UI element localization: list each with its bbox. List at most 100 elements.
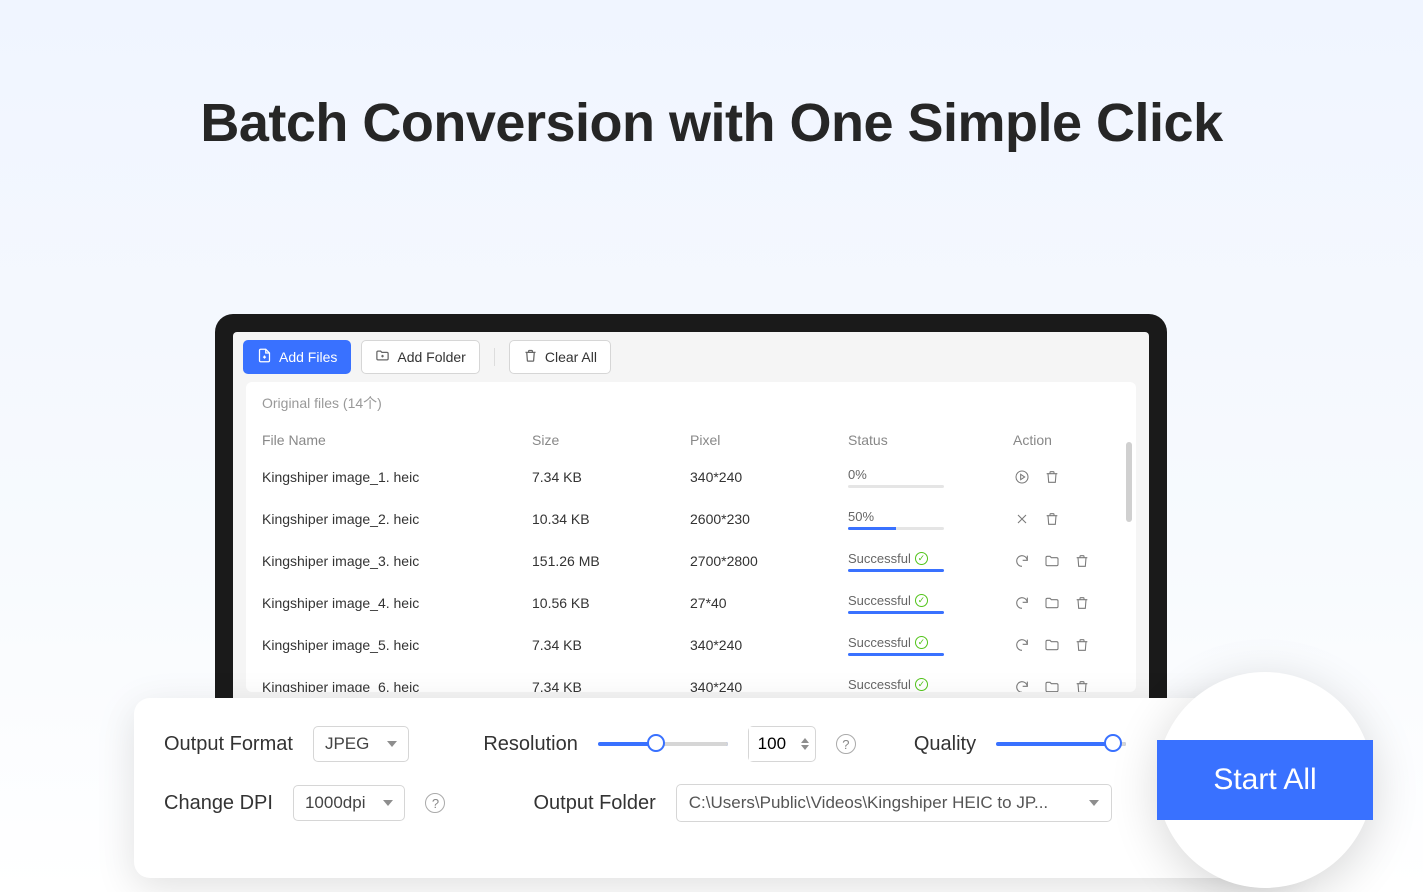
cell-size: 10.56 KB (532, 595, 690, 611)
folder-icon[interactable] (1043, 594, 1061, 612)
folder-add-icon (375, 348, 390, 366)
cell-filename: Kingshiper image_6. heic (262, 679, 532, 692)
quality-label: Quality (914, 733, 976, 756)
resolution-input[interactable] (749, 727, 795, 761)
resolution-spinner[interactable] (748, 726, 816, 762)
play-icon[interactable] (1013, 468, 1031, 486)
folder-icon[interactable] (1043, 552, 1061, 570)
col-status: Status (848, 432, 1013, 448)
cell-status: Successful ✓ (848, 634, 1013, 656)
trash-icon[interactable] (1043, 510, 1061, 528)
check-icon: ✓ (915, 552, 928, 565)
chevron-down-icon (1089, 800, 1099, 806)
cell-status: Successful ✓ (848, 550, 1013, 572)
cell-actions (1013, 636, 1120, 654)
folder-icon[interactable] (1043, 678, 1061, 692)
refresh-icon[interactable] (1013, 636, 1031, 654)
add-files-button[interactable]: Add Files (243, 340, 351, 374)
cell-status: 0% (848, 466, 1013, 488)
cell-status: 50% (848, 508, 1013, 530)
settings-panel: Output Format JPEG Resolution ? Quality … (134, 698, 1288, 878)
cell-size: 10.34 KB (532, 511, 690, 527)
trash-icon[interactable] (1073, 678, 1091, 692)
slider-thumb[interactable] (1104, 734, 1122, 752)
start-circle: Start All (1157, 672, 1373, 888)
folder-path: C:\Users\Public\Videos\Kingshiper HEIC t… (689, 793, 1048, 813)
dpi-select[interactable]: 1000dpi (293, 785, 406, 821)
trash-icon[interactable] (1043, 468, 1061, 486)
page-title: Batch Conversion with One Simple Click (0, 92, 1423, 154)
refresh-icon[interactable] (1013, 594, 1031, 612)
col-pixel: Pixel (690, 432, 848, 448)
folder-icon[interactable] (1043, 636, 1061, 654)
button-label: Clear All (545, 349, 597, 365)
trash-icon (523, 348, 538, 366)
add-folder-button[interactable]: Add Folder (361, 340, 479, 374)
cell-pixel: 2700*2800 (690, 553, 848, 569)
table-row: Kingshiper image_6. heic7.34 KB340*240Su… (246, 666, 1136, 692)
col-filename: File Name (262, 432, 532, 448)
cell-pixel: 2600*230 (690, 511, 848, 527)
cell-pixel: 27*40 (690, 595, 848, 611)
separator (494, 348, 495, 366)
slider-thumb[interactable] (647, 734, 665, 752)
file-add-icon (257, 348, 272, 366)
start-all-button[interactable]: Start All (1157, 740, 1373, 820)
cell-size: 7.34 KB (532, 679, 690, 692)
panel-header: Original files (14个) (246, 382, 1136, 424)
check-icon: ✓ (915, 678, 928, 691)
cell-filename: Kingshiper image_2. heic (262, 511, 532, 527)
cell-actions (1013, 552, 1120, 570)
help-icon[interactable]: ? (836, 734, 856, 754)
table-row: Kingshiper image_3. heic151.26 MB2700*28… (246, 540, 1136, 582)
cell-status: Successful ✓ (848, 592, 1013, 614)
check-icon: ✓ (915, 636, 928, 649)
select-value: 1000dpi (305, 793, 366, 813)
cell-filename: Kingshiper image_3. heic (262, 553, 532, 569)
chevron-down-icon (387, 741, 397, 747)
col-size: Size (532, 432, 690, 448)
spinner-up-icon[interactable] (801, 738, 809, 743)
cell-actions (1013, 468, 1120, 486)
cell-pixel: 340*240 (690, 469, 848, 485)
col-action: Action (1013, 432, 1120, 448)
table-row: Kingshiper image_5. heic7.34 KB340*240Su… (246, 624, 1136, 666)
cell-actions (1013, 510, 1120, 528)
output-format-select[interactable]: JPEG (313, 726, 409, 762)
table-row: Kingshiper image_4. heic10.56 KB27*40Suc… (246, 582, 1136, 624)
refresh-icon[interactable] (1013, 552, 1031, 570)
cell-filename: Kingshiper image_4. heic (262, 595, 532, 611)
cell-actions (1013, 594, 1120, 612)
table-header: File Name Size Pixel Status Action (246, 424, 1136, 456)
quality-slider[interactable] (996, 742, 1126, 746)
trash-icon[interactable] (1073, 552, 1091, 570)
cell-pixel: 340*240 (690, 637, 848, 653)
file-panel: Original files (14个) File Name Size Pixe… (246, 382, 1136, 692)
cell-filename: Kingshiper image_1. heic (262, 469, 532, 485)
refresh-icon[interactable] (1013, 678, 1031, 692)
output-folder-label: Output Folder (533, 792, 655, 815)
dpi-label: Change DPI (164, 792, 273, 815)
trash-icon[interactable] (1073, 594, 1091, 612)
scrollbar[interactable] (1126, 442, 1132, 522)
cell-size: 7.34 KB (532, 637, 690, 653)
check-icon: ✓ (915, 594, 928, 607)
spinner-down-icon[interactable] (801, 745, 809, 750)
cell-actions (1013, 678, 1120, 692)
chevron-down-icon (383, 800, 393, 806)
select-value: JPEG (325, 734, 369, 754)
table-row: Kingshiper image_1. heic7.34 KB340*2400% (246, 456, 1136, 498)
cell-size: 7.34 KB (532, 469, 690, 485)
cell-size: 151.26 MB (532, 553, 690, 569)
close-icon[interactable] (1013, 510, 1031, 528)
cell-pixel: 340*240 (690, 679, 848, 692)
button-label: Add Files (279, 349, 337, 365)
clear-all-button[interactable]: Clear All (509, 340, 611, 374)
output-folder-select[interactable]: C:\Users\Public\Videos\Kingshiper HEIC t… (676, 784, 1112, 822)
cell-filename: Kingshiper image_5. heic (262, 637, 532, 653)
help-icon[interactable]: ? (425, 793, 445, 813)
resolution-slider[interactable] (598, 742, 728, 746)
trash-icon[interactable] (1073, 636, 1091, 654)
output-format-label: Output Format (164, 733, 293, 756)
toolbar: Add Files Add Folder Clear All (233, 332, 1149, 382)
